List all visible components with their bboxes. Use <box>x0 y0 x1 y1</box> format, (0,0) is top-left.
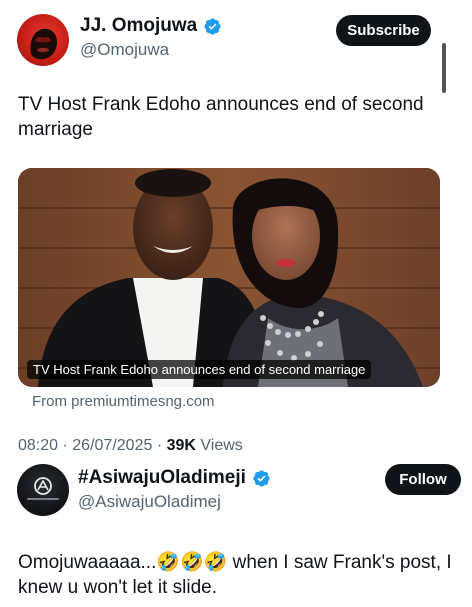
author-name[interactable]: JJ. Omojuwa <box>80 15 197 37</box>
card-source[interactable]: From premiumtimesng.com <box>32 393 215 410</box>
verified-badge-icon <box>252 469 271 488</box>
reply-author-avatar[interactable] <box>17 464 69 516</box>
article-image <box>18 168 440 387</box>
reply-author-name-row[interactable]: #AsiwajuOladimeji <box>78 467 271 489</box>
meta-separator: · <box>156 437 167 454</box>
views-label: Views <box>200 437 243 454</box>
card-caption: TV Host Frank Edoho announces end of sec… <box>27 360 372 379</box>
author-name-row[interactable]: JJ. Omojuwa <box>80 15 222 37</box>
tweet-date[interactable]: 26/07/2025 <box>72 437 152 454</box>
scrollbar-thumb[interactable] <box>442 43 446 93</box>
tweet-meta: 08:20 · 26/07/2025 · 39K Views <box>18 437 243 455</box>
reply-author-handle[interactable]: @AsiwajuOladimej <box>78 492 221 512</box>
reply-text: Omojuwaaaaa...🤣🤣🤣 when I saw Frank's pos… <box>18 552 452 598</box>
reply-avatar-logo <box>27 477 59 500</box>
views-count: 39K <box>166 437 196 454</box>
verified-badge-icon <box>203 17 222 36</box>
author-avatar[interactable] <box>17 14 69 66</box>
subscribe-button[interactable]: Subscribe <box>336 15 431 46</box>
tweet-time[interactable]: 08:20 <box>18 437 58 454</box>
reply-author-name[interactable]: #AsiwajuOladimeji <box>78 467 246 489</box>
follow-button[interactable]: Follow <box>385 464 461 495</box>
meta-separator: · <box>62 437 73 454</box>
tweet-text: TV Host Frank Edoho announces end of sec… <box>18 94 424 140</box>
author-avatar-image <box>30 28 58 60</box>
link-preview-card[interactable]: TV Host Frank Edoho announces end of sec… <box>18 168 440 387</box>
author-handle[interactable]: @Omojuwa <box>80 40 169 60</box>
